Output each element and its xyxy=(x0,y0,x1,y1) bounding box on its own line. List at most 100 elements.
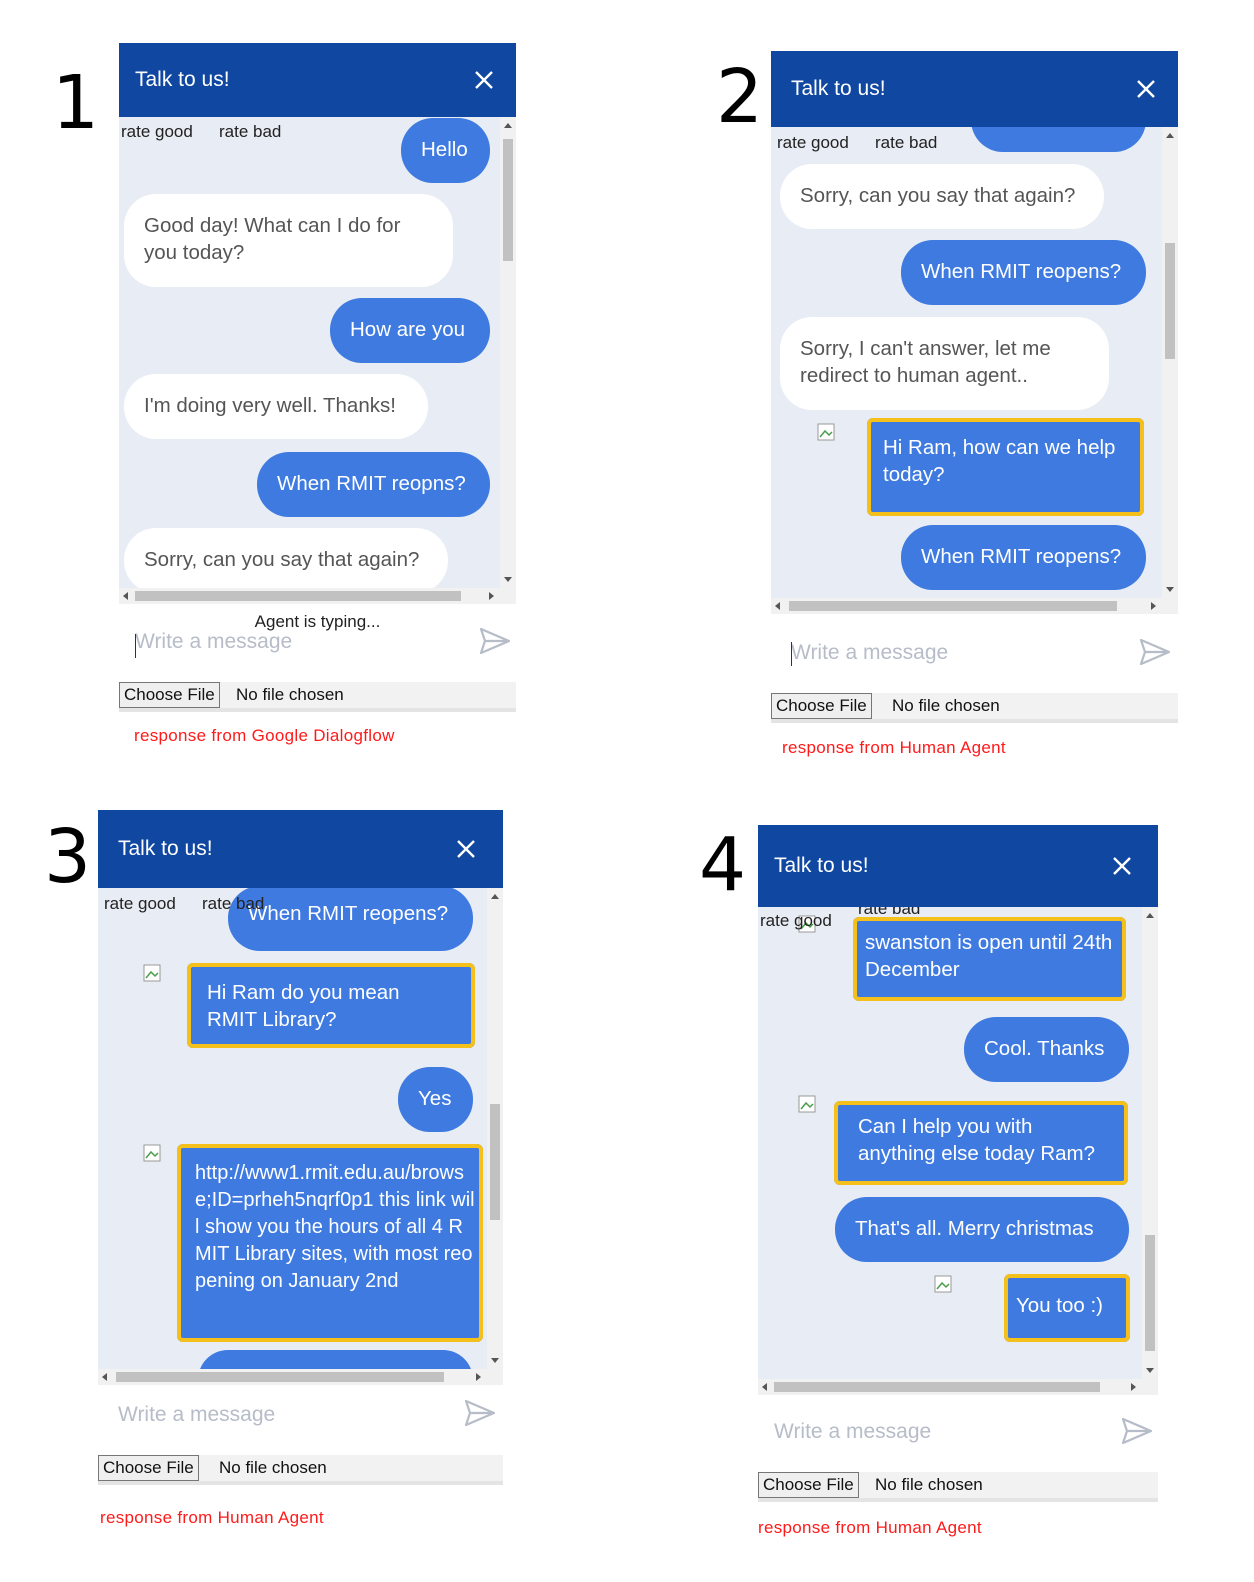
vertical-scrollbar[interactable] xyxy=(500,117,516,588)
scroll-down-arrow[interactable] xyxy=(1146,1368,1154,1373)
scroll-up-arrow[interactable] xyxy=(1166,133,1174,138)
send-icon[interactable] xyxy=(465,1400,495,1426)
scroll-left-arrow[interactable] xyxy=(762,1383,767,1391)
rate-good-link[interactable]: rate good xyxy=(104,894,176,914)
message-list: rate good rate bad Sorry, can you say th… xyxy=(771,127,1162,598)
chat-title: Talk to us! xyxy=(791,77,886,100)
scrollbar-thumb[interactable] xyxy=(135,591,461,601)
horizontal-scrollbar[interactable] xyxy=(771,598,1178,614)
message-area[interactable]: rate good rate bad Sorry, can you say th… xyxy=(771,127,1178,614)
chat-widget: Talk to us! rate good rate bad swanston … xyxy=(758,825,1158,1502)
file-upload: Choose File No file chosen xyxy=(771,693,1178,723)
panel-caption: response from Google Dialogflow xyxy=(134,726,395,745)
message-area[interactable]: rate good rate bad swanston is open unti… xyxy=(758,907,1158,1395)
user-message: Cool. Thanks xyxy=(964,1017,1129,1082)
agent-message: Can I help you with anything else today … xyxy=(834,1101,1128,1185)
scroll-up-arrow[interactable] xyxy=(1146,913,1154,918)
rate-bad-link[interactable]: rate bad xyxy=(202,894,264,914)
agent-message: swanston is open until 24th December xyxy=(853,917,1126,1001)
chat-header: Talk to us! xyxy=(98,810,503,888)
send-icon[interactable] xyxy=(1122,1418,1152,1444)
text-caret xyxy=(791,642,792,666)
close-icon[interactable] xyxy=(474,70,494,90)
message-input[interactable]: Write a message Agent is typing... xyxy=(119,604,516,680)
close-icon[interactable] xyxy=(456,839,476,859)
scroll-right-arrow[interactable] xyxy=(1131,1383,1136,1391)
chat-header: Talk to us! xyxy=(771,51,1178,127)
horizontal-scrollbar[interactable] xyxy=(98,1369,503,1385)
broken-image-icon xyxy=(143,1144,161,1162)
chat-widget: Talk to us! rate good rate bad Sorry, ca… xyxy=(771,51,1178,723)
user-message xyxy=(971,127,1146,152)
rate-bad-link[interactable]: rate bad xyxy=(858,907,920,919)
message-area[interactable]: rate good rate bad Hello Good day! What … xyxy=(119,117,516,604)
agent-message: You too :) xyxy=(1004,1274,1130,1342)
scrollbar-thumb[interactable] xyxy=(116,1372,444,1382)
message-input[interactable]: Write a message xyxy=(98,1385,503,1453)
message-area[interactable]: When RMIT reopens? rate good rate bad Hi… xyxy=(98,888,503,1385)
file-status: No file chosen xyxy=(892,696,1000,715)
panel-number: 4 xyxy=(699,822,747,908)
vertical-scrollbar[interactable] xyxy=(1142,907,1158,1379)
send-icon[interactable] xyxy=(1140,639,1170,665)
rate-bad-link[interactable]: rate bad xyxy=(219,122,281,142)
scroll-down-arrow[interactable] xyxy=(504,577,512,582)
choose-file-button[interactable]: Choose File xyxy=(98,1455,199,1481)
broken-image-icon xyxy=(817,423,835,441)
scroll-right-arrow[interactable] xyxy=(476,1373,481,1381)
bot-message: Sorry, can you say that again? xyxy=(780,164,1104,229)
close-icon[interactable] xyxy=(1112,856,1132,876)
text-caret xyxy=(135,634,136,658)
scroll-down-arrow[interactable] xyxy=(1166,587,1174,592)
close-icon[interactable] xyxy=(1136,79,1156,99)
message-input[interactable]: Write a message xyxy=(758,1395,1158,1471)
scroll-right-arrow[interactable] xyxy=(489,592,494,600)
message-list: When RMIT reopens? rate good rate bad Hi… xyxy=(98,888,487,1369)
user-message: How are you xyxy=(330,298,490,363)
file-status: No file chosen xyxy=(236,685,344,704)
chat-title: Talk to us! xyxy=(135,68,230,91)
bot-message: Sorry, can you say that again? xyxy=(124,528,448,588)
panel-caption: response from Human Agent xyxy=(758,1518,982,1537)
scroll-left-arrow[interactable] xyxy=(775,602,780,610)
chat-header: Talk to us! xyxy=(758,825,1158,907)
bot-message: Sorry, I can't answer, let me redirect t… xyxy=(780,317,1109,410)
rate-good-link[interactable]: rate good xyxy=(760,911,832,931)
message-placeholder: Write a message xyxy=(118,1403,276,1426)
scrollbar-thumb[interactable] xyxy=(789,601,1117,611)
vertical-scrollbar[interactable] xyxy=(487,888,503,1369)
horizontal-scrollbar[interactable] xyxy=(758,1379,1158,1395)
scrollbar-thumb[interactable] xyxy=(774,1382,1100,1392)
user-message: Yes xyxy=(398,1067,473,1132)
bot-message: I'm doing very well. Thanks! xyxy=(124,374,428,439)
send-icon[interactable] xyxy=(480,628,510,654)
user-message: When RMIT reopens? xyxy=(228,888,473,951)
horizontal-scrollbar[interactable] xyxy=(119,588,516,604)
bot-message: Good day! What can I do for you today? xyxy=(124,194,453,287)
scrollbar-thumb[interactable] xyxy=(1145,1235,1155,1351)
scrollbar-thumb[interactable] xyxy=(490,1104,500,1220)
agent-message: http://www1.rmit.edu.au/browse;ID=prheh5… xyxy=(177,1144,483,1342)
user-message: When RMIT reopens? xyxy=(901,240,1146,305)
message-placeholder: Write a message xyxy=(135,630,293,653)
message-input[interactable]: Write a message xyxy=(771,614,1178,690)
rate-good-link[interactable]: rate good xyxy=(777,133,849,153)
scroll-left-arrow[interactable] xyxy=(102,1373,107,1381)
choose-file-button[interactable]: Choose File xyxy=(119,682,220,708)
chat-title: Talk to us! xyxy=(118,837,213,860)
scrollbar-thumb[interactable] xyxy=(503,139,513,261)
scroll-left-arrow[interactable] xyxy=(123,592,128,600)
scrollbar-thumb[interactable] xyxy=(1165,243,1175,359)
rate-bad-link[interactable]: rate bad xyxy=(875,133,937,153)
choose-file-button[interactable]: Choose File xyxy=(758,1472,859,1498)
scroll-down-arrow[interactable] xyxy=(491,1358,499,1363)
scroll-right-arrow[interactable] xyxy=(1151,602,1156,610)
scroll-up-arrow[interactable] xyxy=(504,123,512,128)
scroll-up-arrow[interactable] xyxy=(491,894,499,899)
user-message: That's all. Merry christmas xyxy=(835,1197,1129,1262)
file-upload: Choose File No file chosen xyxy=(119,682,516,712)
choose-file-button[interactable]: Choose File xyxy=(771,693,872,719)
vertical-scrollbar[interactable] xyxy=(1162,127,1178,598)
rate-good-link[interactable]: rate good xyxy=(121,122,193,142)
message-list: rate good rate bad swanston is open unti… xyxy=(758,907,1142,1379)
